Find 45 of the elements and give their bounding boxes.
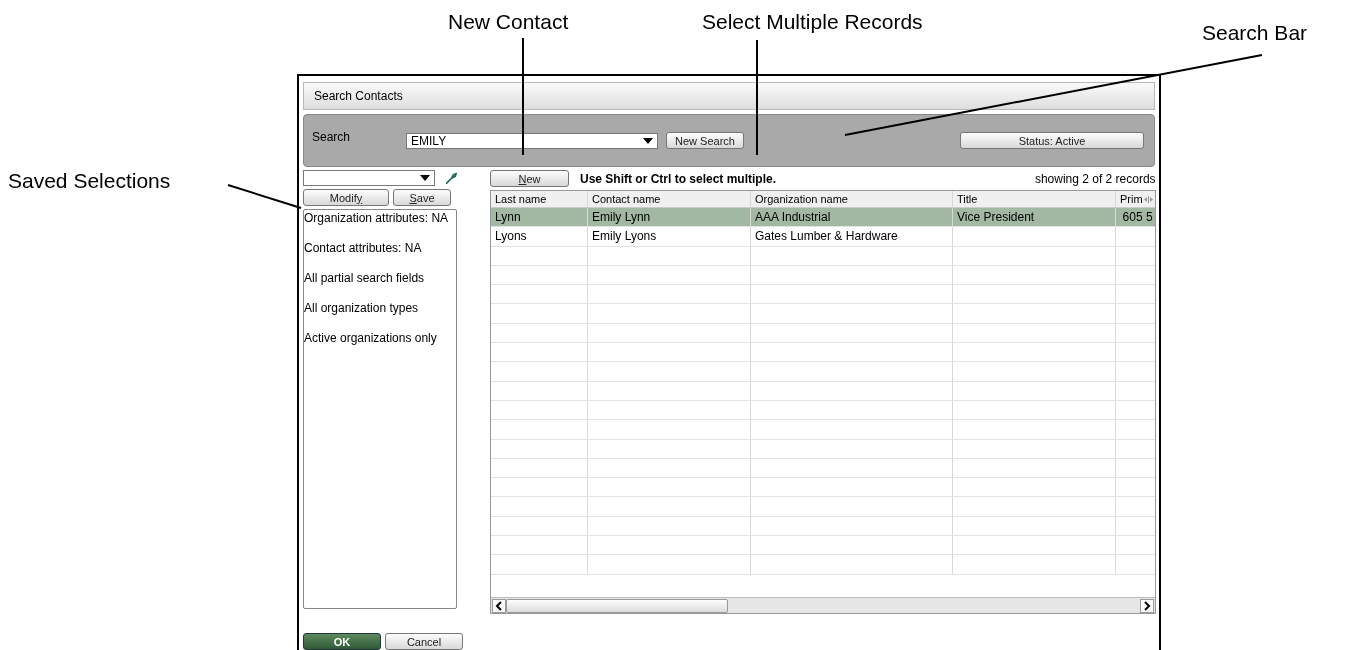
selection-item[interactable]: All partial search fields	[304, 271, 456, 301]
table-cell: Emily Lynn	[592, 210, 651, 225]
callout-label: New Contact	[448, 10, 569, 34]
column-header[interactable]: Last name	[495, 193, 547, 205]
horizontal-scrollbar[interactable]	[491, 597, 1155, 613]
selection-item[interactable]: All organization types	[304, 301, 456, 331]
column-header[interactable]: Organization name	[755, 193, 848, 205]
wrench-icon[interactable]	[445, 171, 457, 185]
column-header[interactable]: Prim	[1120, 193, 1143, 205]
table-cell: Lynn	[495, 210, 521, 225]
table-row[interactable]: Lyons Emily Lyons Gates Lumber & Hardware	[491, 227, 1155, 247]
cancel-button[interactable]: Cancel	[385, 633, 463, 650]
status-button[interactable]: Status: Active	[960, 132, 1144, 149]
table-row[interactable]: Lynn Emily Lynn AAA Industrial Vice President 605 5	[491, 208, 1155, 228]
table-cell: Emily Lyons	[592, 229, 657, 244]
table-cell: Vice President	[957, 210, 1035, 225]
saved-selection-combo[interactable]	[303, 170, 436, 186]
caret-icon	[643, 137, 654, 144]
table-cell: Lyons	[495, 229, 527, 244]
search-combo-field[interactable]: EMILY	[406, 132, 659, 149]
selection-item[interactable]: Organization attributes: NA	[304, 211, 456, 241]
callout-label: Select Multiple Records	[702, 10, 923, 34]
modify-button[interactable]: Modify	[303, 189, 389, 206]
table-cell: Gates Lumber & Hardware	[755, 229, 898, 244]
selection-item[interactable]: Contact attributes: NA	[304, 241, 456, 271]
new-button[interactable]: New	[490, 170, 569, 187]
resize-icon[interactable]	[1143, 195, 1153, 203]
window-title: Search Contacts	[303, 82, 1155, 110]
save-button[interactable]: Save	[393, 189, 451, 206]
column-header[interactable]: Title	[957, 193, 978, 205]
selection-item[interactable]: Active organizations only	[304, 331, 456, 361]
caret-icon	[420, 175, 431, 181]
table-cell: AAA Industrial	[755, 210, 831, 225]
table-cell: 605 5	[1122, 210, 1153, 225]
callout-label: Search Bar	[1202, 21, 1308, 45]
scroll-thumb[interactable]	[506, 598, 728, 613]
record-count: showing 2 of 2 records	[1034, 171, 1156, 186]
column-header[interactable]: Contact name	[592, 193, 661, 205]
callout-label: Saved Selections	[8, 169, 171, 193]
new-search-button[interactable]: New Search	[666, 132, 745, 149]
scroll-right-icon[interactable]	[1139, 598, 1154, 613]
hint-text: Use Shift or Ctrl to select multiple.	[580, 171, 777, 186]
ok-button[interactable]: OK	[303, 633, 381, 650]
search-label: Search	[312, 129, 351, 144]
scroll-left-icon[interactable]	[492, 598, 506, 613]
